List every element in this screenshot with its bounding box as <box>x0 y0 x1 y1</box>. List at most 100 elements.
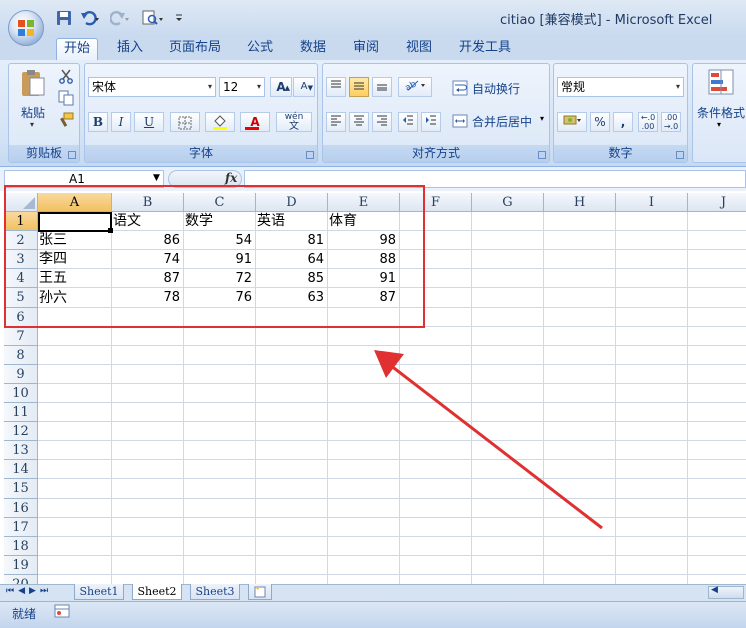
cell-b10[interactable] <box>112 384 184 403</box>
font-color-button[interactable]: A <box>240 112 270 132</box>
borders-button[interactable] <box>170 112 200 132</box>
cell-a10[interactable] <box>38 384 112 403</box>
cell-d19[interactable] <box>256 556 328 575</box>
cell-j14[interactable] <box>688 460 746 479</box>
row-header-8[interactable]: 8 <box>4 346 38 365</box>
office-button[interactable] <box>8 10 44 46</box>
cell-a14[interactable] <box>38 460 112 479</box>
cell-d7[interactable] <box>256 327 328 346</box>
grow-font-button[interactable]: A ▲ <box>270 77 292 97</box>
cell-g4[interactable] <box>472 269 544 288</box>
row-header-13[interactable]: 13 <box>4 441 38 460</box>
cell-i3[interactable] <box>616 250 688 269</box>
cell-a13[interactable] <box>38 441 112 460</box>
cell-c19[interactable] <box>184 556 256 575</box>
cell-c10[interactable] <box>184 384 256 403</box>
fill-color-button[interactable] <box>205 112 235 132</box>
column-header-j[interactable]: J <box>688 193 746 212</box>
tab-data[interactable]: 数据 <box>291 38 335 60</box>
cell-d17[interactable] <box>256 518 328 537</box>
shrink-font-button[interactable]: A ▼ <box>293 77 315 97</box>
cell-h2[interactable] <box>544 231 616 250</box>
cell-e19[interactable] <box>328 556 400 575</box>
cell-a7[interactable] <box>38 327 112 346</box>
cell-c8[interactable] <box>184 346 256 365</box>
cell-d9[interactable] <box>256 365 328 384</box>
phonetic-button[interactable]: wén 文 <box>276 112 312 132</box>
cell-b18[interactable] <box>112 537 184 556</box>
orientation-icon[interactable]: ab <box>398 77 432 97</box>
cell-d8[interactable] <box>256 346 328 365</box>
decrease-indent-icon[interactable] <box>398 112 418 132</box>
cell-b16[interactable] <box>112 499 184 518</box>
cell-j18[interactable] <box>688 537 746 556</box>
comma-style-button[interactable]: , <box>613 112 633 132</box>
macro-record-icon[interactable] <box>54 604 70 618</box>
dialog-launcher-icon[interactable] <box>676 151 684 159</box>
cell-i9[interactable] <box>616 365 688 384</box>
cell-i18[interactable] <box>616 537 688 556</box>
sheet-tab-2[interactable]: Sheet2 <box>132 584 182 600</box>
cell-c17[interactable] <box>184 518 256 537</box>
row-header-9[interactable]: 9 <box>4 365 38 384</box>
redo-icon[interactable] <box>109 10 129 28</box>
cell-j13[interactable] <box>688 441 746 460</box>
cell-j15[interactable] <box>688 479 746 499</box>
cell-a16[interactable] <box>38 499 112 518</box>
tab-developer[interactable]: 开发工具 <box>450 38 520 60</box>
cell-h19[interactable] <box>544 556 616 575</box>
cell-b7[interactable] <box>112 327 184 346</box>
cell-d18[interactable] <box>256 537 328 556</box>
cell-i11[interactable] <box>616 403 688 422</box>
increase-decimal-icon[interactable]: ←.0.00 <box>638 112 658 132</box>
cell-g1[interactable] <box>472 212 544 231</box>
cell-b14[interactable] <box>112 460 184 479</box>
print-preview-icon[interactable] <box>142 10 163 28</box>
row-header-14[interactable]: 14 <box>4 460 38 479</box>
cell-h1[interactable] <box>544 212 616 231</box>
row-header-15[interactable]: 15 <box>4 479 38 499</box>
cell-g3[interactable] <box>472 250 544 269</box>
tab-formulas[interactable]: 公式 <box>238 38 282 60</box>
row-header-7[interactable]: 7 <box>4 327 38 346</box>
cell-b17[interactable] <box>112 518 184 537</box>
row-header-11[interactable]: 11 <box>4 403 38 422</box>
dialog-launcher-icon[interactable] <box>538 151 546 159</box>
cell-i17[interactable] <box>616 518 688 537</box>
cell-j2[interactable] <box>688 231 746 250</box>
cell-a19[interactable] <box>38 556 112 575</box>
cell-b13[interactable] <box>112 441 184 460</box>
align-left-icon[interactable] <box>326 112 346 132</box>
tab-review[interactable]: 审阅 <box>344 38 388 60</box>
currency-format-button[interactable] <box>557 112 587 132</box>
cell-j6[interactable] <box>688 308 746 327</box>
sheet-tab-3[interactable]: Sheet3 <box>190 584 240 600</box>
cell-i4[interactable] <box>616 269 688 288</box>
row-header-10[interactable]: 10 <box>4 384 38 403</box>
row-header-12[interactable]: 12 <box>4 422 38 441</box>
cell-j1[interactable] <box>688 212 746 231</box>
cell-i8[interactable] <box>616 346 688 365</box>
merge-center-button[interactable]: 合并后居中 ▾ <box>452 111 548 131</box>
cell-g2[interactable] <box>472 231 544 250</box>
cell-j9[interactable] <box>688 365 746 384</box>
tab-view[interactable]: 视图 <box>397 38 441 60</box>
cell-j16[interactable] <box>688 499 746 518</box>
align-right-icon[interactable] <box>372 112 392 132</box>
column-header-h[interactable]: H <box>544 193 616 212</box>
cell-b19[interactable] <box>112 556 184 575</box>
cell-b9[interactable] <box>112 365 184 384</box>
align-bottom-icon[interactable] <box>372 77 392 97</box>
cell-i13[interactable] <box>616 441 688 460</box>
cell-b8[interactable] <box>112 346 184 365</box>
cell-d15[interactable] <box>256 479 328 499</box>
cell-g19[interactable] <box>472 556 544 575</box>
cell-j7[interactable] <box>688 327 746 346</box>
increase-indent-icon[interactable] <box>421 112 441 132</box>
cell-j12[interactable] <box>688 422 746 441</box>
column-header-i[interactable]: I <box>616 193 688 212</box>
tab-insert[interactable]: 插入 <box>108 38 152 60</box>
cell-a12[interactable] <box>38 422 112 441</box>
cell-g6[interactable] <box>472 308 544 327</box>
wrap-text-button[interactable]: 自动换行 <box>452 78 542 98</box>
